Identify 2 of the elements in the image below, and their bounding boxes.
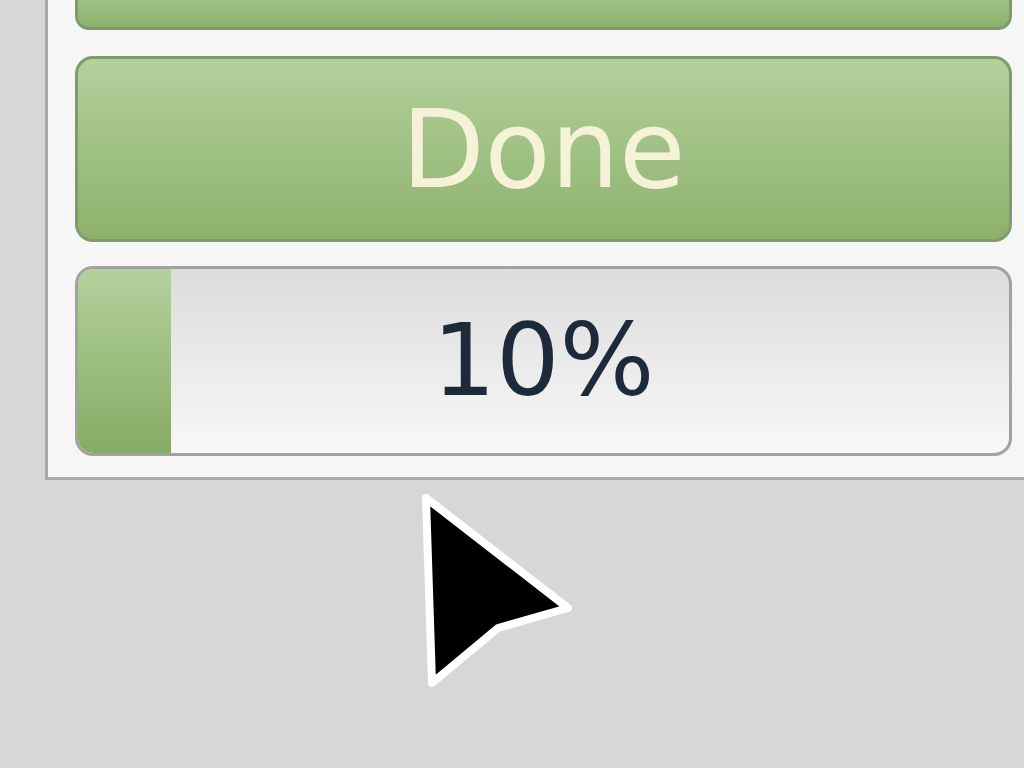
progress-reading: 10% bbox=[432, 311, 655, 411]
done-button[interactable]: Done bbox=[75, 56, 1012, 242]
